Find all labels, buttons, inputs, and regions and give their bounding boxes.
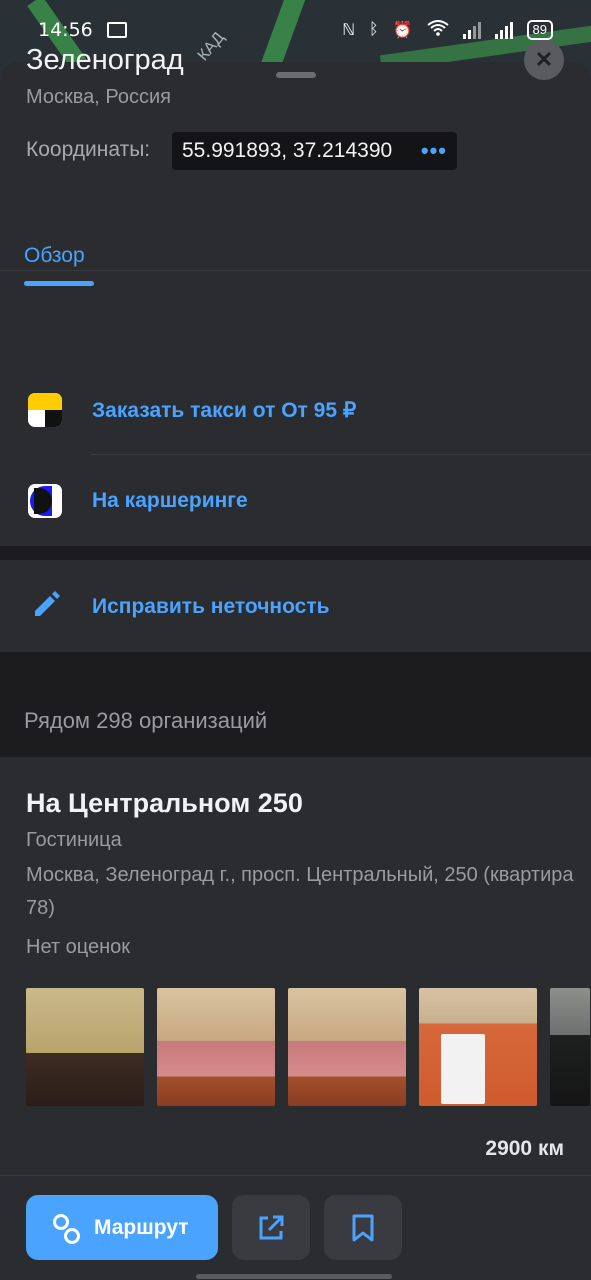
fix-inaccuracy-label[interactable]: Исправить неточность bbox=[92, 595, 330, 619]
share-button[interactable] bbox=[232, 1195, 310, 1260]
carsharing-label[interactable]: На каршеринге bbox=[92, 489, 248, 513]
coordinates-box[interactable]: 55.991893, 37.214390 ••• bbox=[172, 132, 457, 170]
taxi-icon bbox=[28, 393, 62, 427]
route-label: Маршрут bbox=[94, 1215, 189, 1239]
tab-overview[interactable]: Обзор bbox=[24, 244, 85, 268]
place-subtitle: Москва, Россия bbox=[26, 86, 171, 108]
coordinates-value[interactable]: 55.991893, 37.214390 bbox=[182, 139, 392, 163]
bookmark-button[interactable] bbox=[324, 1195, 402, 1260]
organization-name[interactable]: На Центральном 250 bbox=[26, 788, 303, 819]
close-icon: ✕ bbox=[534, 47, 554, 72]
photo-thumbnail[interactable] bbox=[419, 988, 537, 1106]
organization-rating: Нет оценок bbox=[26, 936, 131, 958]
nearby-title[interactable]: Рядом 298 организаций bbox=[24, 708, 267, 734]
photo-thumbnail[interactable] bbox=[26, 988, 144, 1106]
photo-thumbnail[interactable] bbox=[288, 988, 406, 1106]
order-taxi-row[interactable]: Заказать такси от От 95 ₽ bbox=[0, 365, 591, 455]
route-icon bbox=[50, 1213, 80, 1244]
route-button[interactable]: Маршрут bbox=[26, 1195, 218, 1260]
divider bbox=[0, 270, 591, 271]
fix-inaccuracy-row[interactable]: Исправить неточность bbox=[0, 562, 591, 652]
organization-distance: 2900 км bbox=[485, 1137, 564, 1160]
pencil-icon bbox=[35, 591, 60, 616]
divider bbox=[90, 454, 591, 455]
home-indicator bbox=[196, 1274, 392, 1279]
section-gap bbox=[0, 546, 591, 560]
close-button[interactable]: ✕ bbox=[524, 40, 564, 80]
nearby-header bbox=[0, 652, 591, 757]
bookmark-icon bbox=[352, 1214, 374, 1241]
coordinates-label: Координаты: bbox=[26, 138, 151, 161]
organization-address: Москва, Зеленоград г., просп. Центральны… bbox=[26, 864, 574, 919]
more-options-icon[interactable]: ••• bbox=[421, 138, 447, 164]
photo-gallery[interactable] bbox=[26, 988, 590, 1106]
share-icon bbox=[259, 1215, 284, 1239]
organization-category: Гостиница bbox=[26, 829, 122, 851]
carsharing-row[interactable]: На каршеринге bbox=[0, 456, 591, 546]
photo-thumbnail[interactable] bbox=[550, 988, 590, 1106]
place-title: Зеленоград bbox=[26, 44, 184, 76]
order-taxi-label[interactable]: Заказать такси от От 95 ₽ bbox=[92, 398, 356, 423]
photo-thumbnail[interactable] bbox=[157, 988, 275, 1106]
tab-active-indicator bbox=[24, 281, 94, 286]
carsharing-icon bbox=[28, 484, 62, 518]
